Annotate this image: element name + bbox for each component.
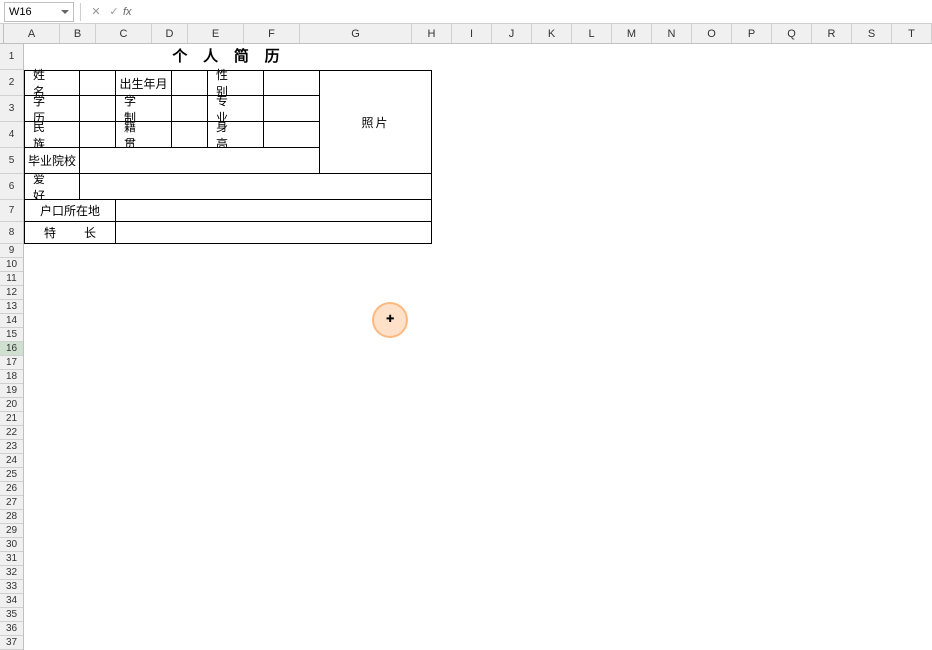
row-headers: 1234567891011121314151617181920212223242…	[0, 44, 24, 650]
col-header-O[interactable]: O	[692, 24, 732, 43]
name-box-dropdown-icon[interactable]	[61, 10, 69, 14]
formula-bar: W16 ✕ ✓ fx	[0, 0, 932, 24]
value-gender[interactable]	[263, 70, 320, 96]
separator	[80, 3, 81, 21]
spreadsheet-grid: ABCDEFGHIJKLMNOPQRST 1234567891011121314…	[0, 24, 932, 540]
col-header-G[interactable]: G	[300, 24, 412, 43]
formula-input[interactable]	[136, 2, 932, 22]
row-header-22[interactable]: 22	[0, 426, 23, 440]
row-header-15[interactable]: 15	[0, 328, 23, 342]
row-header-2[interactable]: 2	[0, 70, 23, 96]
name-box-value: W16	[9, 6, 59, 18]
row-header-26[interactable]: 26	[0, 482, 23, 496]
col-header-E[interactable]: E	[188, 24, 244, 43]
row-header-8[interactable]: 8	[0, 222, 23, 244]
col-header-Q[interactable]: Q	[772, 24, 812, 43]
row-header-1[interactable]: 1	[0, 44, 23, 70]
col-header-I[interactable]: I	[452, 24, 492, 43]
row-header-10[interactable]: 10	[0, 258, 23, 272]
col-header-R[interactable]: R	[812, 24, 852, 43]
col-header-N[interactable]: N	[652, 24, 692, 43]
col-header-C[interactable]: C	[96, 24, 152, 43]
row-header-30[interactable]: 30	[0, 538, 23, 552]
value-hobby[interactable]	[79, 173, 432, 200]
value-height[interactable]	[263, 121, 320, 148]
label-hobby: 爱 好	[24, 173, 80, 200]
row-header-12[interactable]: 12	[0, 286, 23, 300]
col-header-A[interactable]: A	[4, 24, 60, 43]
value-school[interactable]	[79, 147, 320, 174]
row-header-23[interactable]: 23	[0, 440, 23, 454]
col-header-M[interactable]: M	[612, 24, 652, 43]
col-header-S[interactable]: S	[852, 24, 892, 43]
row-header-9[interactable]: 9	[0, 244, 23, 258]
row-header-24[interactable]: 24	[0, 454, 23, 468]
row-header-27[interactable]: 27	[0, 496, 23, 510]
cells-area[interactable]: 个 人 简 历 姓 名 出生年月 性 别 学 历 学 制 专 业	[24, 44, 932, 650]
row-header-21[interactable]: 21	[0, 412, 23, 426]
col-header-D[interactable]: D	[152, 24, 188, 43]
row-header-6[interactable]: 6	[0, 174, 23, 200]
row-header-14[interactable]: 14	[0, 314, 23, 328]
label-specialty: 特 长	[24, 221, 116, 244]
row-header-37[interactable]: 37	[0, 636, 23, 650]
col-header-F[interactable]: F	[244, 24, 300, 43]
name-box[interactable]: W16	[4, 2, 74, 22]
row-header-32[interactable]: 32	[0, 566, 23, 580]
value-birth[interactable]	[171, 70, 208, 96]
value-edu[interactable]	[79, 95, 116, 122]
row-header-4[interactable]: 4	[0, 122, 23, 148]
value-name[interactable]	[79, 70, 116, 96]
value-ethnic[interactable]	[79, 121, 116, 148]
row-header-3[interactable]: 3	[0, 96, 23, 122]
confirm-button[interactable]: ✓	[105, 3, 123, 21]
label-height: 身 高	[207, 121, 264, 148]
row-header-16[interactable]: 16	[0, 342, 23, 356]
column-headers: ABCDEFGHIJKLMNOPQRST	[4, 24, 932, 44]
value-native[interactable]	[171, 121, 208, 148]
row-header-34[interactable]: 34	[0, 594, 23, 608]
col-header-B[interactable]: B	[60, 24, 96, 43]
col-header-L[interactable]: L	[572, 24, 612, 43]
label-native: 籍 贯	[115, 121, 172, 148]
value-hukou[interactable]	[115, 199, 432, 222]
col-header-K[interactable]: K	[532, 24, 572, 43]
row-header-28[interactable]: 28	[0, 510, 23, 524]
value-specialty[interactable]	[115, 221, 432, 244]
col-header-J[interactable]: J	[492, 24, 532, 43]
value-system[interactable]	[171, 95, 208, 122]
row-header-11[interactable]: 11	[0, 272, 23, 286]
row-header-13[interactable]: 13	[0, 300, 23, 314]
fx-icon[interactable]: fx	[123, 6, 132, 18]
cancel-button[interactable]: ✕	[87, 3, 105, 21]
row-header-17[interactable]: 17	[0, 356, 23, 370]
row-header-7[interactable]: 7	[0, 200, 23, 222]
row-header-20[interactable]: 20	[0, 398, 23, 412]
value-major[interactable]	[263, 95, 320, 122]
photo-cell[interactable]: 照片	[319, 70, 432, 174]
col-header-T[interactable]: T	[892, 24, 932, 43]
row-header-19[interactable]: 19	[0, 384, 23, 398]
col-header-H[interactable]: H	[412, 24, 452, 43]
row-header-18[interactable]: 18	[0, 370, 23, 384]
col-header-P[interactable]: P	[732, 24, 772, 43]
row-header-29[interactable]: 29	[0, 524, 23, 538]
row-header-25[interactable]: 25	[0, 468, 23, 482]
row-header-31[interactable]: 31	[0, 552, 23, 566]
row-header-33[interactable]: 33	[0, 580, 23, 594]
row-header-35[interactable]: 35	[0, 608, 23, 622]
row-header-5[interactable]: 5	[0, 148, 23, 174]
label-ethnic: 民 族	[24, 121, 80, 148]
label-hukou: 户口所在地	[24, 199, 116, 222]
row-header-36[interactable]: 36	[0, 622, 23, 636]
